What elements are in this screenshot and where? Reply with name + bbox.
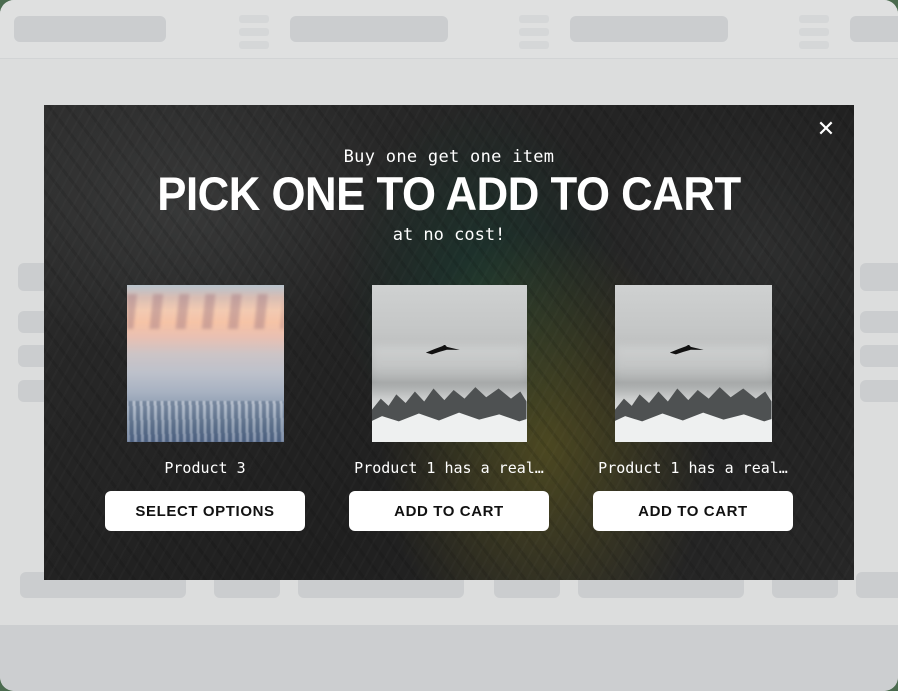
thumbnail-fog: [371, 344, 527, 386]
offer-eyebrow: Buy one get one item: [343, 147, 555, 167]
select-options-button[interactable]: SELECT OPTIONS: [105, 491, 305, 531]
product-list: Product 3 SELECT OPTIONS Product 1 has a r…: [44, 285, 854, 531]
product-card: Product 1 has a real… ADD TO CART: [593, 285, 793, 531]
thumbnail-art: [371, 285, 527, 442]
modal-overlay: ✕ Buy one get one item PICK ONE TO ADD T…: [0, 0, 898, 691]
add-to-cart-button[interactable]: ADD TO CART: [349, 491, 549, 531]
offer-subline: at no cost!: [392, 225, 506, 245]
product-card: Product 1 has a real… ADD TO CART: [349, 285, 549, 531]
thumbnail-art: [614, 285, 772, 442]
product-card: Product 3 SELECT OPTIONS: [105, 285, 305, 531]
sunset-ocean-thumbnail[interactable]: [126, 285, 284, 442]
offer-headline: PICK ONE TO ADD TO CART: [157, 167, 741, 220]
thumbnail-fog: [614, 344, 772, 386]
product-title: Product 1 has a real…: [598, 459, 788, 477]
bird-over-snowy-mountain-thumbnail[interactable]: [614, 285, 772, 442]
thumbnail-art: [126, 285, 284, 442]
offer-modal: ✕ Buy one get one item PICK ONE TO ADD T…: [44, 105, 854, 580]
product-title: Product 1 has a real…: [354, 459, 544, 477]
bird-over-snowy-mountain-thumbnail[interactable]: [371, 285, 527, 442]
product-title: Product 3: [164, 459, 246, 477]
add-to-cart-button[interactable]: ADD TO CART: [593, 491, 793, 531]
close-icon[interactable]: ✕: [809, 113, 843, 147]
